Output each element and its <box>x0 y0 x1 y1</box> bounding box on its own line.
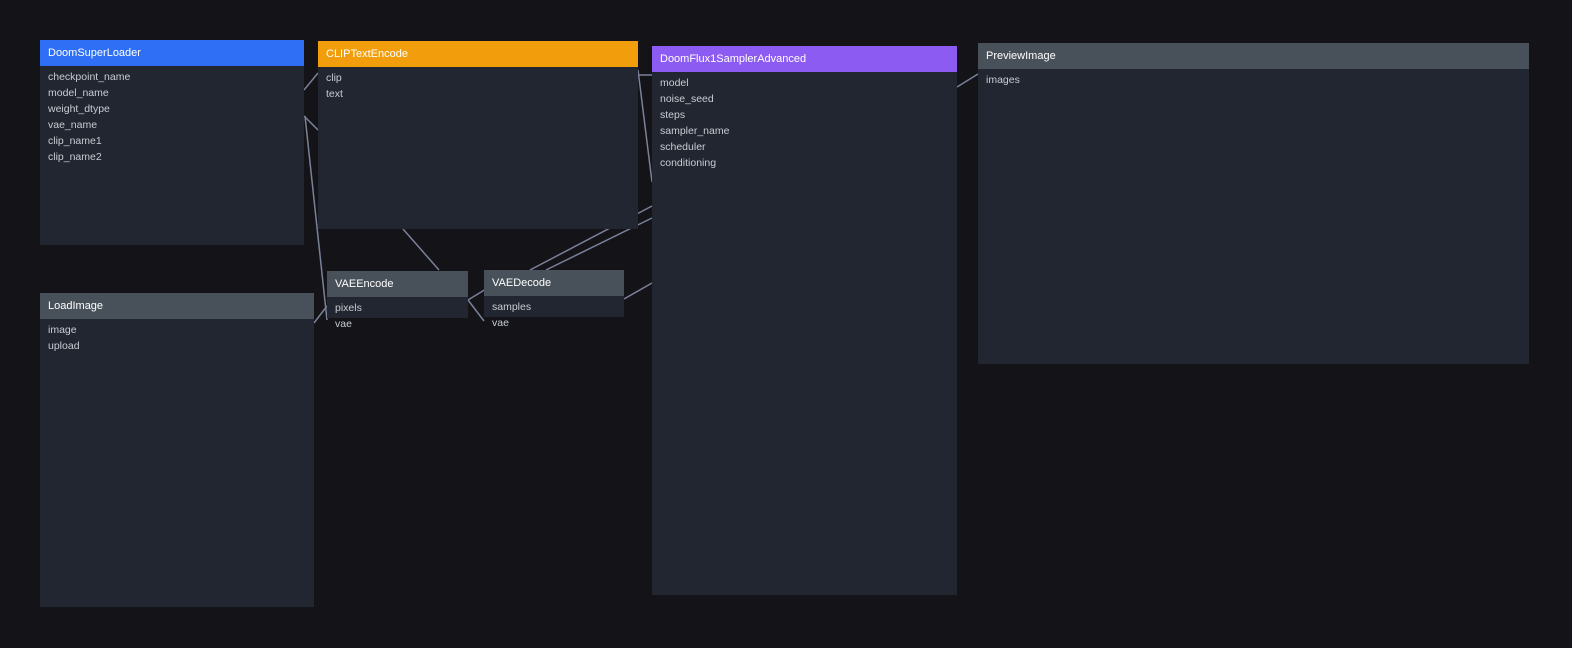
node-doom-super-loader[interactable]: DoomSuperLoader checkpoint_name model_na… <box>40 40 304 245</box>
node-inputs: images <box>978 69 1529 88</box>
input-weight-dtype[interactable]: weight_dtype <box>48 101 304 117</box>
input-model[interactable]: model <box>660 75 957 91</box>
link-clip-conditioning-to-sampler <box>637 69 653 183</box>
input-sampler-name[interactable]: sampler_name <box>660 123 957 139</box>
node-doom-flux-sampler[interactable]: DoomFlux1SamplerAdvanced model noise_see… <box>652 46 957 595</box>
node-inputs: checkpoint_name model_name weight_dtype … <box>40 66 304 165</box>
input-vae-name[interactable]: vae_name <box>48 117 304 133</box>
link-loadimage-to-vaeencode <box>313 305 328 324</box>
input-checkpoint-name[interactable]: checkpoint_name <box>48 69 304 85</box>
node-inputs: samples vae <box>484 296 624 331</box>
input-model-name[interactable]: model_name <box>48 85 304 101</box>
input-clip-name1[interactable]: clip_name1 <box>48 133 304 149</box>
link-vaeencode-to-vaedecode-vae <box>467 299 485 322</box>
input-samples[interactable]: samples <box>492 299 624 315</box>
input-vae[interactable]: vae <box>335 316 468 332</box>
node-title[interactable]: LoadImage <box>40 293 314 319</box>
node-inputs: image upload <box>40 319 314 354</box>
input-upload[interactable]: upload <box>48 338 314 354</box>
link-clip-to-vaeencode <box>402 228 440 271</box>
node-inputs: model noise_seed steps sampler_name sche… <box>652 72 957 171</box>
input-clip[interactable]: clip <box>326 70 638 86</box>
node-title[interactable]: CLIPTextEncode <box>318 41 638 67</box>
node-load-image[interactable]: LoadImage image upload <box>40 293 314 607</box>
node-vae-decode[interactable]: VAEDecode samples vae <box>484 270 624 329</box>
input-image[interactable]: image <box>48 322 314 338</box>
input-pixels[interactable]: pixels <box>335 300 468 316</box>
node-preview-image[interactable]: PreviewImage images <box>978 43 1529 364</box>
node-title[interactable]: VAEEncode <box>327 271 468 297</box>
link-sampler-to-vaedecode-samples <box>623 282 653 300</box>
node-clip-text-encode[interactable]: CLIPTextEncode clip text <box>318 41 638 229</box>
node-inputs: pixels vae <box>327 297 468 332</box>
graph-canvas[interactable]: DoomSuperLoader checkpoint_name model_na… <box>0 0 1572 648</box>
input-noise-seed[interactable]: noise_seed <box>660 91 957 107</box>
input-clip-name2[interactable]: clip_name2 <box>48 149 304 165</box>
input-vae[interactable]: vae <box>492 315 624 331</box>
link-loader-clip-to-clip <box>303 72 319 91</box>
node-inputs: clip text <box>318 67 638 102</box>
input-scheduler[interactable]: scheduler <box>660 139 957 155</box>
input-steps[interactable]: steps <box>660 107 957 123</box>
node-title[interactable]: PreviewImage <box>978 43 1529 69</box>
input-text[interactable]: text <box>326 86 638 102</box>
node-title[interactable]: VAEDecode <box>484 270 624 296</box>
node-title[interactable]: DoomSuperLoader <box>40 40 304 66</box>
link-loader-model-to-sampler <box>303 115 319 131</box>
node-title[interactable]: DoomFlux1SamplerAdvanced <box>652 46 957 72</box>
node-vae-encode[interactable]: VAEEncode pixels vae <box>327 271 468 330</box>
input-conditioning[interactable]: conditioning <box>660 155 957 171</box>
link-sampler-to-preview <box>956 73 979 88</box>
input-images[interactable]: images <box>986 72 1529 88</box>
